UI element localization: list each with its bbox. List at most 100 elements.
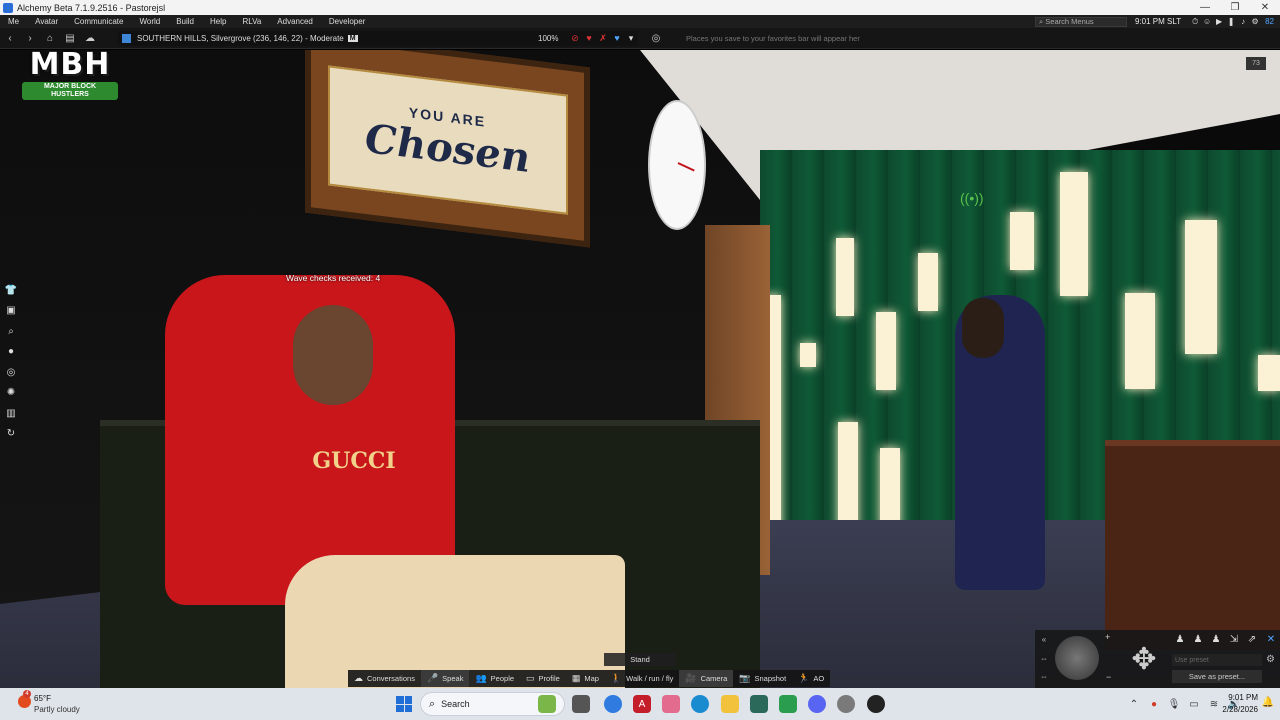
maximize-button[interactable]: ❐	[1220, 2, 1250, 13]
collapse-icon[interactable]: «	[1038, 635, 1050, 647]
menu-communicate[interactable]: Communicate	[66, 17, 131, 26]
bottom-toolbar: ☁ Conversations 🎤 Speak 👥 People ▭ Profile ▦…	[348, 670, 831, 687]
taskbar-search-placeholder: Search	[441, 699, 470, 709]
stand-button[interactable]: Stand	[604, 653, 676, 666]
3d-viewport[interactable]: YOU ARE Chosen GUCCI ((•)) Wave checks r…	[0, 50, 1280, 688]
weather-temp: 65°F	[34, 694, 51, 703]
profile-button[interactable]: ▭ Profile	[520, 670, 566, 687]
map-button[interactable]: ▦ Map	[566, 670, 605, 687]
mouselook-icon[interactable]: ⇗	[1244, 634, 1260, 646]
inventory-icon[interactable]: ▣	[3, 301, 19, 322]
environment-icon[interactable]: ✺	[3, 383, 19, 404]
favorite-icon[interactable]: ♥	[610, 33, 624, 43]
appearance-icon[interactable]: 👕	[3, 280, 19, 301]
side-view-icon[interactable]: ♟	[1190, 634, 1206, 646]
radar-icon[interactable]: ◎	[3, 362, 19, 383]
cam-mode-icon[interactable]: ⇔	[1038, 654, 1050, 666]
avatar-pants	[285, 555, 625, 688]
zoom-plus-icon[interactable]: +	[1105, 632, 1110, 642]
navigation-bar: ‹ › ⌂ ▤ ☁ SOUTHERN HILLS, Silvergrove (2…	[0, 28, 1280, 49]
chevron-down-icon[interactable]: ▾	[624, 33, 638, 44]
menu-world[interactable]: World	[131, 17, 168, 26]
search-tool-icon[interactable]: ⌕	[3, 321, 19, 342]
weather-badge: 4	[23, 690, 31, 698]
alchemy-viewer-icon[interactable]	[750, 695, 768, 713]
start-button[interactable]	[396, 696, 412, 712]
preset-placeholder: Use preset	[1175, 656, 1209, 664]
microphone-icon[interactable]: 🎙	[1164, 699, 1184, 710]
notification-bell-icon[interactable]: 🔔	[1262, 697, 1274, 708]
zoom-level: 100%	[538, 33, 559, 43]
minimize-button[interactable]: —	[1190, 2, 1220, 13]
ao-button[interactable]: 🏃 AO	[792, 670, 830, 687]
places-icon[interactable]: ●	[3, 342, 19, 363]
profile-label: Profile	[538, 674, 560, 683]
refresh-icon[interactable]: ↻	[3, 424, 19, 445]
copilot-icon[interactable]	[604, 695, 622, 713]
avatar-head	[293, 305, 373, 405]
close-button[interactable]: ✕	[1250, 2, 1280, 13]
camera-button[interactable]: 🎥 Camera	[679, 670, 734, 687]
menu-me[interactable]: Me	[0, 17, 27, 26]
store-icon[interactable]	[779, 695, 797, 713]
people-button[interactable]: 👥 People	[469, 670, 520, 687]
pan-control[interactable]: ✥	[1118, 634, 1170, 684]
fps-icon[interactable]: ⏱	[1189, 17, 1201, 27]
task-view-icon[interactable]	[572, 695, 590, 713]
display-icon[interactable]: ▭	[1184, 699, 1204, 710]
search-menus-input[interactable]: ⌕ Search Menus	[1035, 16, 1127, 27]
volume-icon[interactable]: ♪	[1237, 17, 1249, 26]
speak-button[interactable]: 🎤 Speak	[420, 670, 470, 687]
parcel-info-icon[interactable]	[122, 33, 131, 43]
corner-counter-badge[interactable]: 73	[1246, 57, 1266, 70]
close-icon[interactable]: ✕	[1263, 634, 1279, 646]
preset-dropdown[interactable]: Use preset	[1172, 654, 1262, 666]
menu-build[interactable]: Build	[168, 17, 202, 26]
settings-icon[interactable]: ⚙	[1249, 17, 1261, 26]
window-title: Alchemy Beta 7.1.9.2516 - Pastorejsl	[17, 2, 166, 13]
location-input[interactable]: SOUTHERN HILLS, Silvergrove (236, 146, 2…	[118, 30, 638, 46]
menu-developer[interactable]: Developer	[321, 17, 373, 26]
widgets-icon[interactable]	[538, 695, 556, 713]
rear-view-icon[interactable]: ♟	[1208, 634, 1224, 646]
pause-icon[interactable]: ❚	[1225, 17, 1237, 26]
edge-icon[interactable]	[691, 695, 709, 713]
zoom-minus-icon[interactable]: −	[1106, 672, 1111, 682]
menu-advanced[interactable]: Advanced	[269, 17, 321, 26]
conversations-button[interactable]: ☁ Conversations	[348, 670, 421, 687]
back-icon[interactable]: ‹	[0, 33, 20, 44]
stats-icon[interactable]: ▥	[3, 403, 19, 424]
front-view-icon[interactable]: ♟	[1172, 634, 1188, 646]
discord-icon[interactable]	[808, 695, 826, 713]
walk-status-icon[interactable]: ☺	[1201, 17, 1213, 26]
profile-icon: ▭	[526, 673, 535, 683]
gear-icon[interactable]: ⚙	[1266, 654, 1275, 665]
record-icon[interactable]: ●	[1144, 699, 1164, 710]
settings-app-icon[interactable]	[837, 695, 855, 713]
sign-panel: YOU ARE Chosen	[327, 65, 568, 215]
walk-run-fly-button[interactable]: 🚶 Walk / run / fly	[605, 670, 679, 687]
menu-rlva[interactable]: RLVa	[234, 17, 269, 26]
play-media-icon[interactable]: ▶	[1213, 17, 1225, 26]
system-clock[interactable]: 9:01 PM 2/28/2026	[1222, 692, 1258, 716]
object-view-icon[interactable]: ⇲	[1226, 634, 1242, 646]
cam-reset-icon[interactable]: ⇔	[1038, 672, 1050, 684]
file-explorer-icon[interactable]	[721, 695, 739, 713]
start-tile	[396, 704, 404, 712]
search-places-icon[interactable]: ◎	[646, 33, 666, 44]
photos-icon[interactable]	[662, 695, 680, 713]
menu-help[interactable]: Help	[202, 17, 234, 26]
save-preset-button[interactable]: Save as preset...	[1172, 670, 1262, 683]
orbit-control[interactable]	[1055, 636, 1099, 680]
walk-label: Walk / run / fly	[626, 674, 674, 683]
menu-avatar[interactable]: Avatar	[27, 17, 66, 26]
wifi-icon[interactable]: ≋	[1204, 699, 1224, 710]
title-bar: Alchemy Beta 7.1.9.2516 - Pastorejsl — ❐…	[0, 0, 1280, 15]
chevron-up-icon[interactable]: ⌃	[1124, 699, 1144, 710]
logo-sub-text: MAJOR BLOCK HUSTLERS	[22, 81, 118, 100]
standing-avatar-head	[962, 298, 1004, 358]
snapshot-button[interactable]: 📷 Snapshot	[733, 670, 792, 687]
weather-widget[interactable]: 4 65°F Partly cloudy	[18, 690, 108, 717]
acrobat-icon[interactable]: A	[633, 695, 651, 713]
obs-icon[interactable]	[867, 695, 885, 713]
